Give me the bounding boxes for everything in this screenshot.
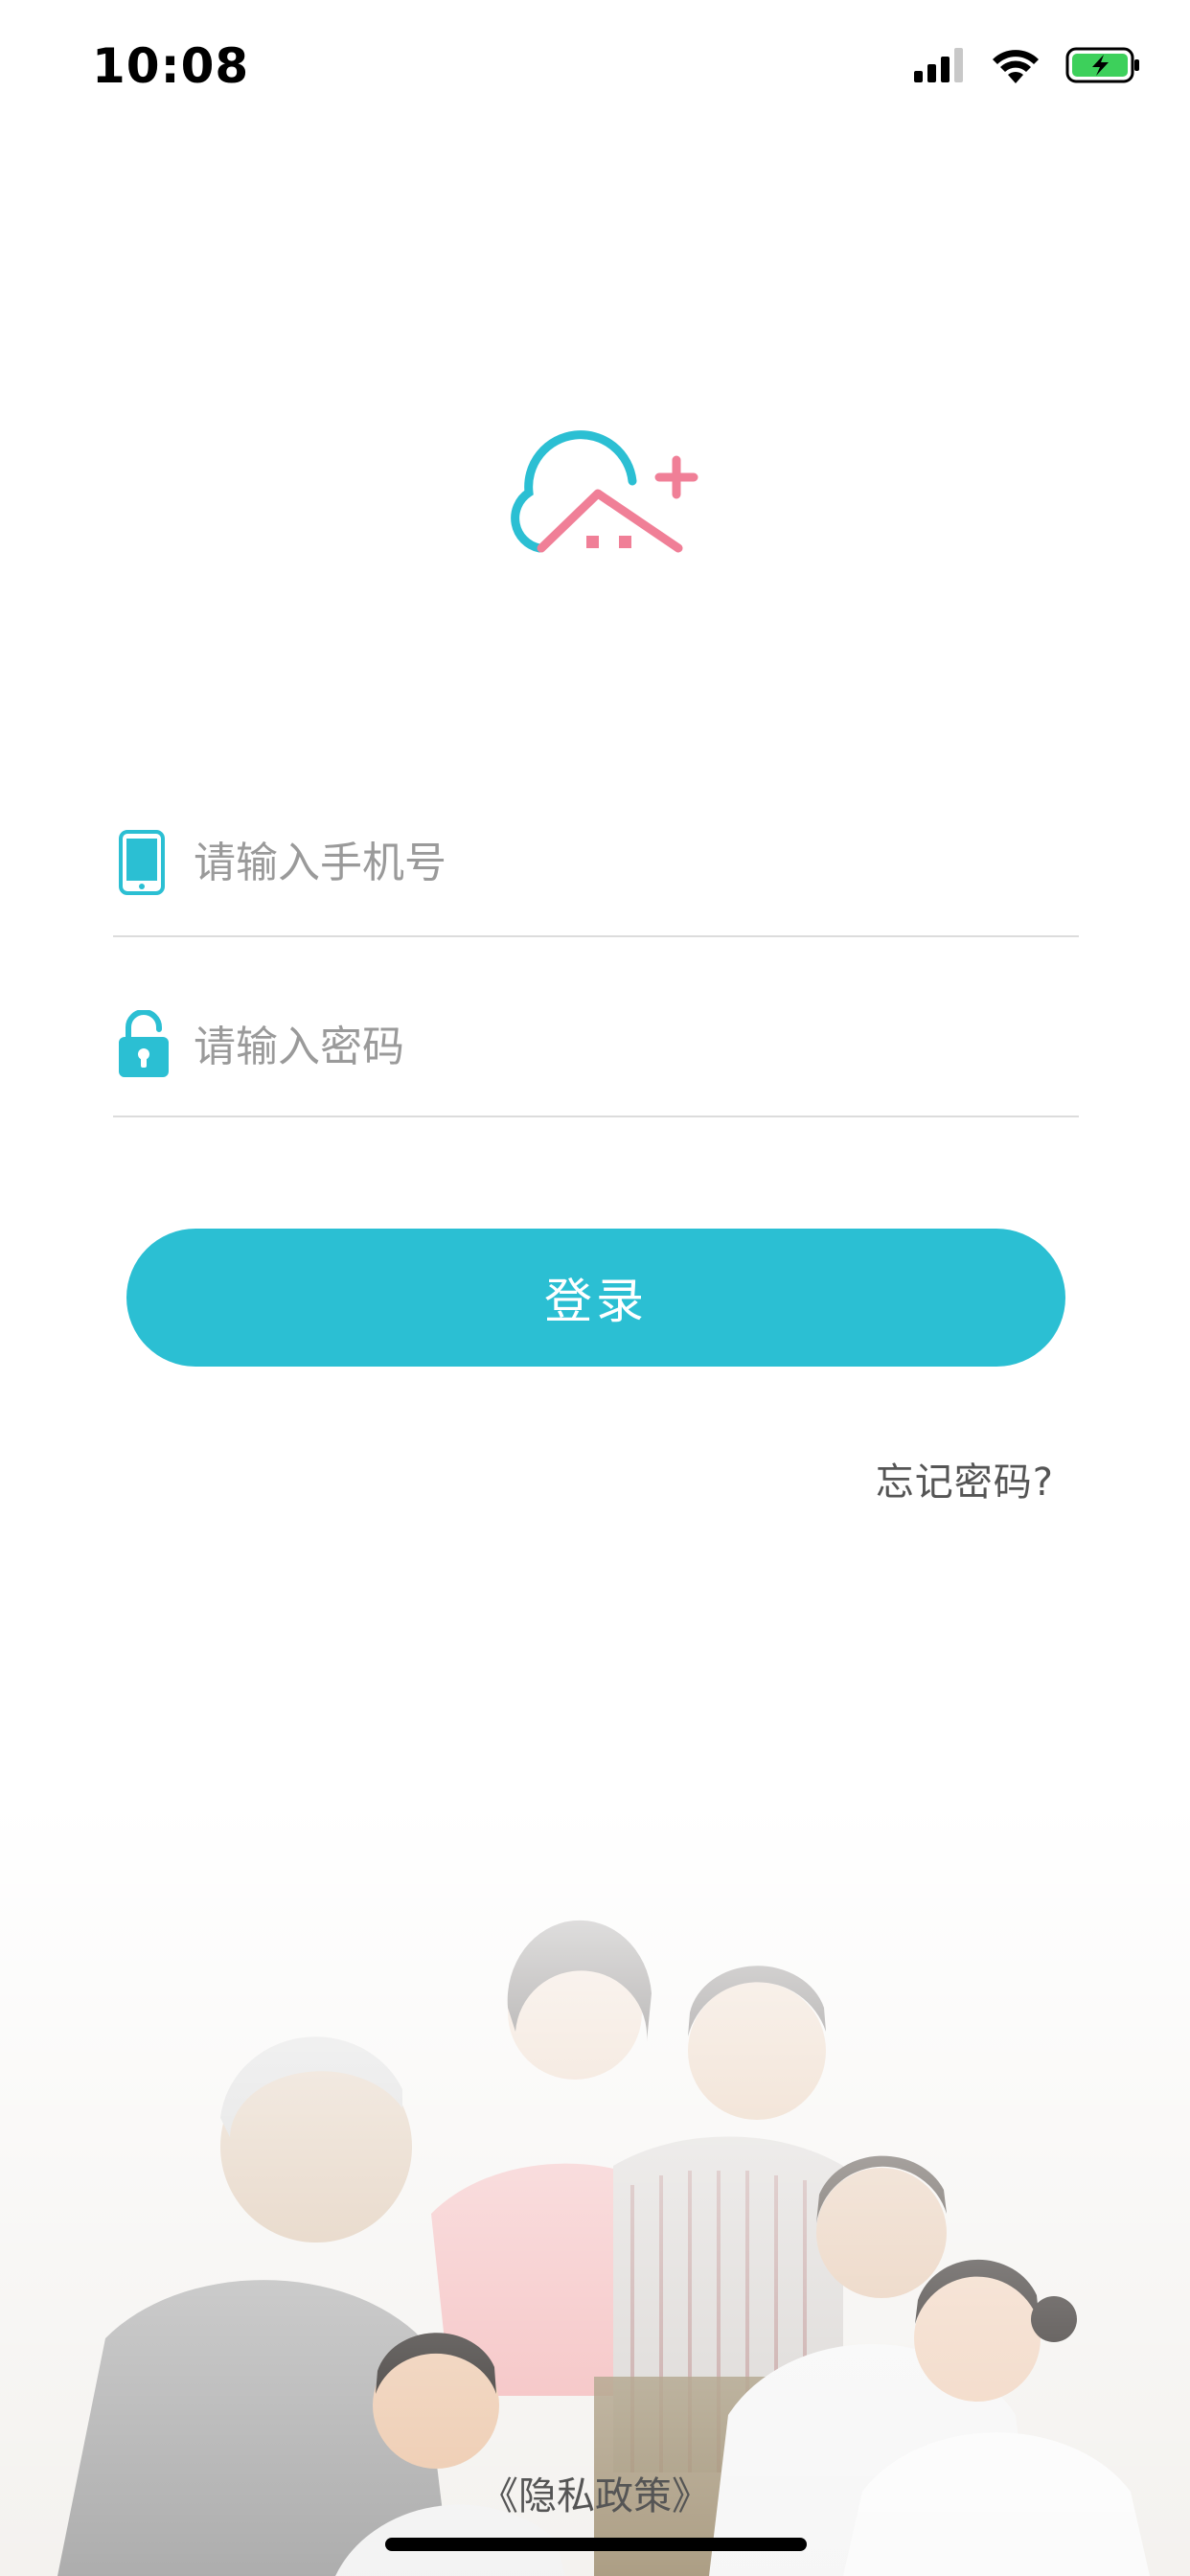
family-photo: [0, 1802, 1190, 2576]
password-divider: [113, 1116, 1079, 1117]
phone-input[interactable]: [194, 824, 1056, 901]
cellular-signal-icon: [914, 48, 963, 82]
password-field: [113, 1008, 1079, 1121]
phone-field: [113, 824, 1079, 939]
forgot-password-link[interactable]: 忘记密码?: [876, 1451, 1054, 1506]
wifi-icon: [993, 50, 1039, 83]
privacy-policy-link[interactable]: 《隐私政策》: [0, 2465, 1190, 2520]
status-time: 10:08: [92, 38, 250, 94]
status-icons: [914, 46, 1142, 84]
app-logo: [511, 430, 698, 553]
phone-divider: [113, 935, 1079, 937]
mobile-phone-icon: [119, 830, 165, 895]
plus-logo-part: [654, 455, 698, 499]
status-bar: 10:08: [0, 0, 1190, 134]
cloud-logo-part: [511, 430, 637, 553]
login-button[interactable]: 登录: [126, 1229, 1065, 1367]
battery-charging-icon: [1065, 47, 1139, 83]
house-logo-part: [537, 489, 683, 553]
password-input[interactable]: [194, 1008, 1056, 1085]
unlocked-padlock-icon: [119, 1010, 169, 1077]
home-indicator[interactable]: [385, 2538, 807, 2551]
